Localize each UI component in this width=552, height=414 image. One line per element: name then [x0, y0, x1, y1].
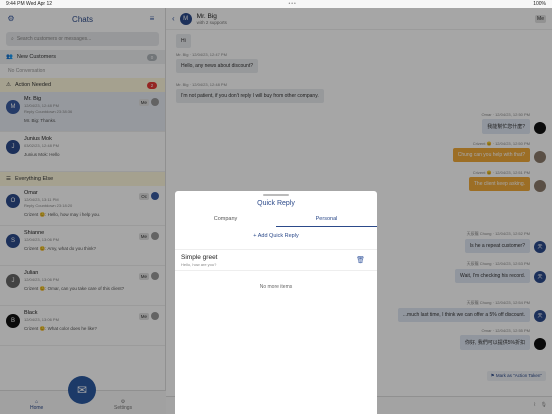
quick-reply-title: Simple greet: [181, 254, 218, 261]
sheet-title: Quick Reply: [257, 200, 295, 207]
quick-reply-sheet: Quick Reply Company Personal + Add Quick…: [175, 191, 377, 414]
multitask-dots[interactable]: •••: [289, 1, 297, 7]
tab-personal[interactable]: Personal: [276, 213, 377, 227]
status-bar: 9:44 PM Wed Apr 12 ••• 100%: [0, 0, 552, 8]
no-more-items-text: No more items: [259, 284, 293, 290]
tab-company[interactable]: Company: [175, 213, 276, 227]
plus-icon: +: [253, 233, 257, 239]
status-time: 9:44 PM Wed Apr 12: [6, 1, 53, 7]
quick-reply-item[interactable]: Simple greet Hello, how are you? 🗑: [175, 249, 377, 271]
status-battery: 100%: [533, 1, 546, 7]
quick-reply-tabs: Company Personal: [175, 213, 377, 227]
drag-handle[interactable]: [263, 194, 289, 196]
trash-icon[interactable]: 🗑: [356, 256, 365, 264]
add-quick-reply-button[interactable]: + Add Quick Reply: [175, 233, 377, 239]
quick-reply-text: Hello, how are you?: [181, 262, 217, 267]
